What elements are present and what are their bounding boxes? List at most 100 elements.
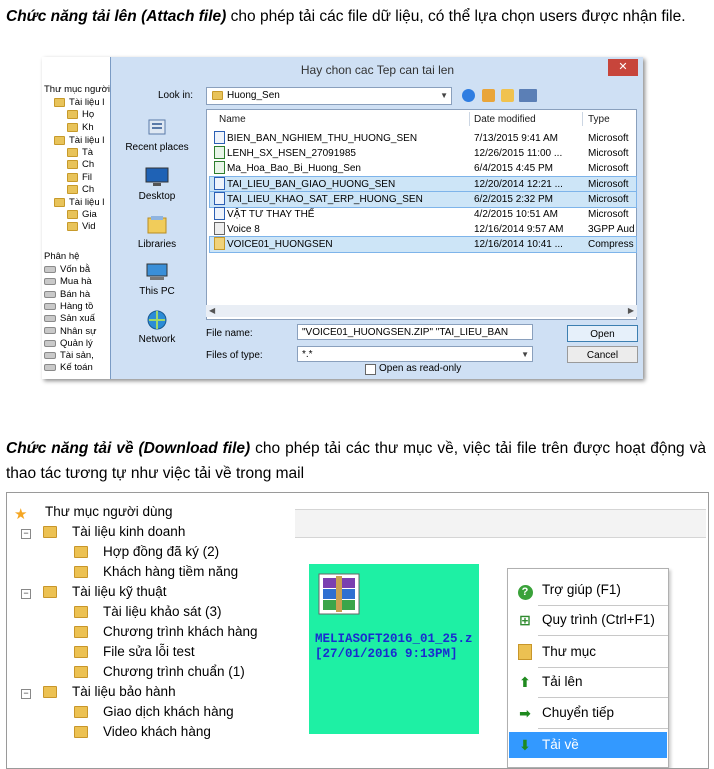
file-type: Microsoft	[588, 209, 629, 220]
place-libraries[interactable]: Libraries	[111, 214, 203, 250]
tree-item[interactable]: Hợp đồng đã ký (2)	[74, 544, 219, 559]
workflow-icon: ⊞	[519, 612, 531, 628]
tree-group[interactable]: Tài liệu bảo hành	[43, 684, 176, 699]
tree-item[interactable]: Khách hàng tiềm năng	[74, 564, 238, 579]
up-folder-icon[interactable]	[482, 89, 495, 102]
new-folder-icon[interactable]	[501, 89, 514, 102]
module-icon	[44, 364, 56, 372]
file-name: Ma_Hoa_Bao_Bi_Huong_Sen	[227, 163, 361, 175]
menu-item[interactable]: Thư mục	[509, 639, 667, 665]
tree-item[interactable]: Chương trình chuẩn (1)	[74, 664, 245, 679]
menu-item[interactable]: ⬆ Tải lên	[509, 669, 667, 695]
file-row[interactable]: VẬT TƯ THAY THẾ 4/2/2015 10:51 AM Microsof…	[210, 207, 636, 222]
bg-module-item[interactable]: Quản lý	[44, 338, 93, 349]
bg-module-item[interactable]: Kế toán	[44, 362, 93, 373]
bg-module-item[interactable]: Hàng tồ	[44, 301, 93, 312]
bg-module-item[interactable]: Mua hà	[44, 276, 92, 287]
file-row[interactable]: Ma_Hoa_Bao_Bi_Huong_Sen 6/4/2015 4:45 PM M…	[210, 161, 636, 176]
word-icon	[214, 191, 225, 205]
tree-item[interactable]: Chương trình khách hàng	[74, 624, 258, 639]
open-button[interactable]: Open	[567, 325, 638, 342]
bg-module-section: Phân hệ	[44, 251, 80, 262]
close-button[interactable]: ✕	[608, 59, 638, 76]
bg-tree-item[interactable]: Tài liệu l	[54, 97, 104, 108]
place-network[interactable]: Network	[111, 309, 203, 345]
bg-tree-item[interactable]: Fil	[67, 172, 92, 183]
column-header-name[interactable]: Name	[219, 114, 246, 125]
bg-tree-item[interactable]: Tài liệu l	[54, 197, 104, 208]
file-row[interactable]: LENH_SX_HSEN_27091985 12/26/2015 11:00 ..…	[210, 146, 636, 161]
place-desktop[interactable]: Desktop	[111, 166, 203, 202]
tree-root[interactable]: Thư mục người dùng	[45, 504, 173, 519]
menu-item[interactable]: ➡ Chuyển tiếp	[509, 700, 667, 726]
read-only-checkbox[interactable]	[365, 364, 376, 375]
folder-icon	[67, 172, 78, 182]
file-date: 4/2/2015 10:51 AM	[474, 209, 558, 220]
place-recent[interactable]: Recent places	[111, 117, 203, 153]
tree-item[interactable]: Giao dịch khách hàng	[74, 704, 234, 719]
file-name-input[interactable]: "VOICE01_HUONGSEN.ZIP" "TAI_LIEU_BAN	[297, 324, 533, 340]
bg-module-item[interactable]: Nhân sự	[44, 326, 96, 337]
menu-item-label: Tải lên	[542, 674, 583, 689]
bg-tree-item[interactable]: Ch	[67, 184, 94, 195]
collapse-toggle-icon[interactable]: −	[21, 529, 31, 539]
tree-group[interactable]: Tài liệu kỹ thuật	[43, 584, 167, 599]
bg-tree-item[interactable]: Vid	[67, 221, 96, 232]
zip-icon	[214, 237, 225, 251]
file-date: 12/20/2014 12:21 ...	[474, 178, 563, 190]
column-header-type[interactable]: Type	[588, 114, 610, 125]
bg-tree-item[interactable]: Tà	[67, 147, 93, 158]
view-menu-icon[interactable]	[519, 89, 537, 102]
open-file-dialog: Hay chon cac Tep can tai len ✕ Look in: …	[110, 57, 643, 379]
bg-module-item[interactable]: Tài sản,	[44, 350, 94, 361]
tree-group[interactable]: Tài liệu kinh doanh	[43, 524, 185, 539]
look-in-select[interactable]: Huong_Sen ▼	[206, 87, 452, 105]
tree-item[interactable]: Video khách hàng	[74, 724, 211, 739]
bg-module-item[interactable]: Vốn bằ	[44, 264, 90, 275]
cancel-button[interactable]: Cancel	[567, 346, 638, 363]
menu-item[interactable]: ⬇ Tải về	[509, 732, 667, 758]
place-this-pc[interactable]: This PC	[111, 261, 203, 297]
folder-icon	[54, 135, 65, 145]
module-icon	[44, 352, 56, 360]
word-icon	[214, 176, 225, 190]
horizontal-scrollbar[interactable]: ◀ ▶	[206, 305, 637, 317]
bg-tree-item[interactable]: Họ	[67, 109, 94, 120]
bg-tree-item[interactable]: Tài liệu l	[54, 135, 104, 146]
bg-tree-item[interactable]: Gia	[67, 209, 97, 220]
collapse-toggle-icon[interactable]: −	[21, 589, 31, 599]
file-name: VẬT TƯ THAY THẾ	[227, 209, 315, 220]
folder-icon	[67, 184, 78, 194]
file-type: 3GPP Aud	[588, 224, 635, 236]
bg-module-item[interactable]: Sản xuấ	[44, 313, 95, 324]
bg-tree-item[interactable]: Ch	[67, 159, 94, 170]
network-icon	[147, 310, 167, 330]
file-name-label: File name:	[206, 328, 253, 339]
attach-text: cho phép tải các file dữ liệu, có thể lự…	[226, 8, 686, 25]
file-row[interactable]: TAI_LIEU_BAN_GIAO_HUONG_SEN 12/20/2014 12…	[209, 175, 637, 193]
collapse-toggle-icon[interactable]: −	[21, 689, 31, 699]
bg-module-item[interactable]: Bán hà	[44, 289, 90, 300]
bg-tree-item[interactable]: Kh	[67, 122, 94, 133]
file-type: Microsoft	[588, 193, 629, 205]
folder-icon	[74, 566, 88, 579]
file-tile[interactable]: MELIASOFT2016_01_25.z [27/01/2016 9:13PM…	[309, 564, 479, 734]
file-row[interactable]: Voice 8 12/16/2014 9:57 AM 3GPP Aud	[210, 222, 636, 237]
file-row[interactable]: TAI_LIEU_KHAO_SAT_ERP_HUONG_SEN 6/2/2015 …	[209, 190, 637, 208]
folder-icon	[67, 147, 78, 157]
menu-item[interactable]: ⊞ Quy trình (Ctrl+F1)	[509, 607, 667, 633]
tree-item[interactable]: File sửa lỗi test	[74, 644, 195, 659]
word-icon	[214, 131, 225, 144]
menu-item[interactable]: ? Trợ giúp (F1)	[509, 577, 667, 603]
module-icon	[44, 339, 56, 347]
file-row[interactable]: VOICE01_HUONGSEN 12/16/2014 10:41 ... Comp…	[209, 236, 637, 254]
files-of-type-select[interactable]: *.* ▼	[297, 346, 533, 362]
tree-item[interactable]: Tài liệu khảo sát (3)	[74, 604, 222, 619]
column-header-date[interactable]: Date modified	[474, 114, 536, 125]
folder-icon	[67, 159, 78, 169]
file-row[interactable]: BIEN_BAN_NGHIEM_THU_HUONG_SEN 7/13/2015 9…	[210, 131, 636, 146]
module-icon	[44, 265, 56, 273]
file-date: 7/13/2015 9:41 AM	[474, 133, 558, 144]
excel-icon	[214, 146, 225, 160]
back-icon[interactable]	[462, 89, 475, 102]
